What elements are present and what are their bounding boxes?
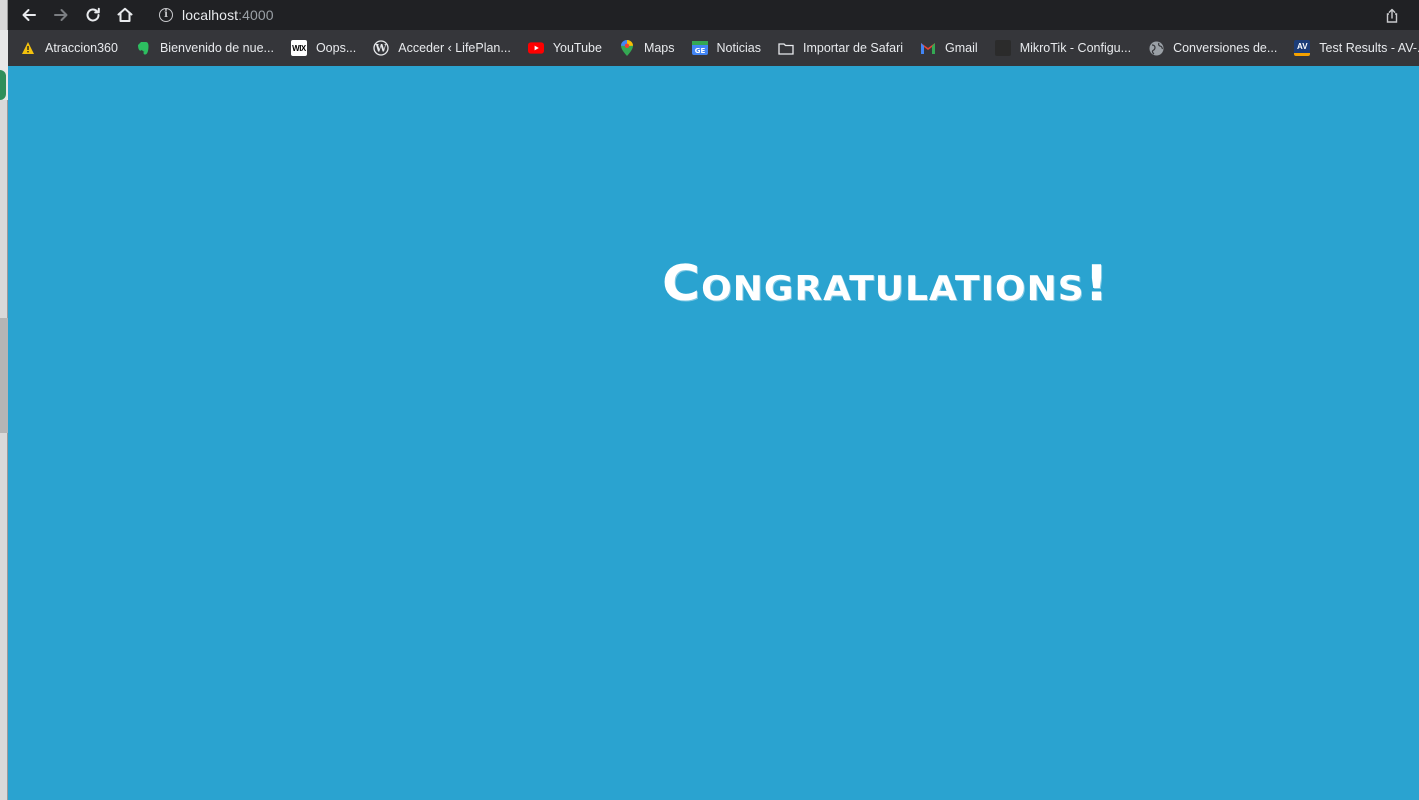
bookmark-label: Test Results - AV-... — [1319, 41, 1419, 55]
background-window-logo — [0, 70, 6, 100]
congratulations-heading: Congratulations! — [662, 255, 1110, 313]
mikrotik-icon — [994, 40, 1011, 56]
bookmark-label: MikroTik - Configu... — [1019, 41, 1132, 55]
bookmark-label: Importar de Safari — [802, 41, 904, 55]
youtube-icon — [527, 40, 544, 56]
bookmark-label: Atraccion360 — [45, 41, 118, 55]
bookmark-label: Acceder ‹ LifePlan... — [398, 41, 511, 55]
bookmark-av-test[interactable]: AV Test Results - AV-... — [1294, 35, 1419, 61]
bookmark-label: Oops... — [315, 41, 357, 55]
address-bar[interactable]: i localhost:4000 — [150, 2, 1412, 28]
bookmarks-bar: Atraccion360 Bienvenido de nue... WIX Oo… — [8, 30, 1419, 66]
bookmark-maps[interactable]: Maps — [619, 35, 675, 61]
svg-text:W: W — [375, 44, 388, 55]
av-test-icon: AV — [1294, 40, 1311, 56]
reload-button[interactable] — [82, 4, 104, 26]
arrow-right-icon — [54, 9, 68, 21]
forward-button[interactable] — [50, 4, 72, 26]
home-button[interactable] — [114, 4, 136, 26]
bookmark-gmail[interactable]: Gmail — [920, 35, 978, 61]
home-icon — [117, 7, 133, 22]
bookmark-bienvenido[interactable]: Bienvenido de nue... — [135, 35, 274, 61]
svg-text:GE: GE — [694, 47, 705, 55]
bookmark-label: Conversiones de... — [1173, 41, 1278, 55]
warning-icon — [20, 40, 36, 56]
folder-icon — [778, 40, 794, 56]
back-button[interactable] — [18, 4, 40, 26]
gmail-icon — [920, 40, 936, 56]
maps-pin-icon — [619, 40, 635, 56]
reload-icon — [86, 7, 100, 22]
bookmark-label: Maps — [643, 41, 675, 55]
share-icon[interactable] — [1384, 8, 1400, 24]
bookmark-label: Bienvenido de nue... — [159, 41, 274, 55]
site-info-icon[interactable]: i — [159, 8, 173, 22]
wix-icon: WIX — [290, 40, 307, 56]
wordpress-icon: W — [373, 40, 389, 56]
bookmark-label: Noticias — [716, 41, 761, 55]
url-text[interactable]: localhost:4000 — [182, 7, 274, 23]
background-window-edge — [0, 0, 8, 800]
globe-icon — [1148, 40, 1164, 56]
bookmark-folder-importar[interactable]: Importar de Safari — [778, 35, 903, 61]
bookmark-label: YouTube — [552, 41, 602, 55]
arrow-left-icon — [22, 9, 36, 21]
bookmark-lifeplan[interactable]: W Acceder ‹ LifePlan... — [373, 35, 511, 61]
bookmark-label: Gmail — [945, 41, 978, 55]
browser-chrome: i localhost:4000 Atraccion360 Bienvenido… — [8, 0, 1419, 66]
google-news-icon: GE — [691, 40, 708, 56]
bookmark-youtube[interactable]: YouTube — [527, 35, 602, 61]
browser-toolbar: i localhost:4000 — [8, 0, 1419, 30]
url-port: :4000 — [238, 7, 274, 23]
bookmark-atraccion360[interactable]: Atraccion360 — [20, 35, 118, 61]
bookmark-conversiones[interactable]: Conversiones de... — [1148, 35, 1277, 61]
page-content: Congratulations! — [8, 66, 1419, 800]
url-host: localhost — [182, 7, 239, 23]
evernote-icon — [135, 40, 151, 56]
bookmark-noticias[interactable]: GE Noticias — [691, 35, 761, 61]
bookmark-oops[interactable]: WIX Oops... — [290, 35, 357, 61]
bookmark-mikrotik[interactable]: MikroTik - Configu... — [994, 35, 1132, 61]
background-window-panel-lower — [0, 318, 8, 433]
